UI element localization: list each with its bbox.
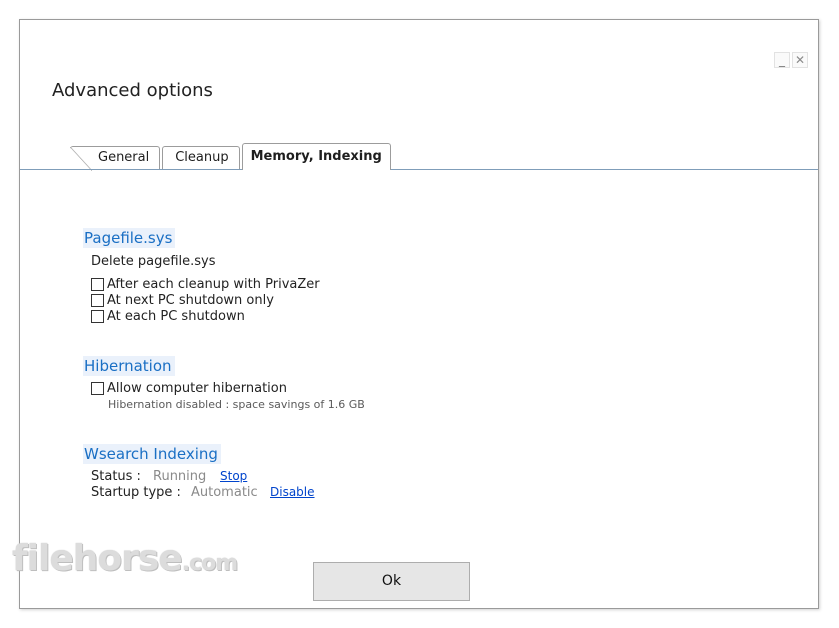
watermark-suffix: .com <box>181 551 238 576</box>
status-label: Status : <box>91 469 141 484</box>
tab-divider <box>20 169 818 170</box>
stop-link[interactable]: Stop <box>220 469 247 483</box>
checkbox[interactable] <box>91 294 104 307</box>
option-label: Allow computer hibernation <box>107 381 287 396</box>
page-title: Advanced options <box>52 80 213 101</box>
filehorse-watermark-logo: filehorse.com <box>12 538 238 579</box>
tab-bar: General Cleanup Memory, Indexing <box>70 143 393 171</box>
option-each-shutdown[interactable]: At each PC shutdown <box>91 309 245 324</box>
tab-memory-indexing[interactable]: Memory, Indexing <box>241 143 391 170</box>
tab-general[interactable]: General <box>70 146 161 171</box>
option-label: At next PC shutdown only <box>107 293 274 308</box>
ok-button[interactable]: Ok <box>313 562 470 601</box>
pagefile-section-header: Pagefile.sys <box>83 228 176 248</box>
close-button[interactable]: ✕ <box>792 52 808 68</box>
checkbox[interactable] <box>91 278 104 291</box>
option-label: After each cleanup with PrivaZer <box>107 277 320 292</box>
status-value: Running <box>153 469 207 484</box>
wsearch-section-header: Wsearch Indexing <box>83 444 221 464</box>
disable-link[interactable]: Disable <box>270 485 315 499</box>
checkbox[interactable] <box>91 382 104 395</box>
checkbox[interactable] <box>91 310 104 323</box>
minimize-button[interactable]: _ <box>774 52 790 68</box>
option-allow-hibernation[interactable]: Allow computer hibernation <box>91 381 287 396</box>
hibernation-section-header: Hibernation <box>83 356 175 376</box>
startup-type-value: Automatic <box>191 485 258 500</box>
tab-cleanup[interactable]: Cleanup <box>162 146 240 170</box>
hibernation-note: Hibernation disabled : space savings of … <box>108 398 365 411</box>
option-after-cleanup[interactable]: After each cleanup with PrivaZer <box>91 277 320 292</box>
watermark-text: filehorse <box>12 538 183 579</box>
option-next-shutdown[interactable]: At next PC shutdown only <box>91 293 274 308</box>
advanced-options-window: _ ✕ Advanced options General Cleanup Mem… <box>19 19 819 609</box>
startup-type-label: Startup type : <box>91 485 181 500</box>
title-bar <box>20 20 818 68</box>
option-label: At each PC shutdown <box>107 309 245 324</box>
window-controls: _ ✕ <box>774 52 808 68</box>
pagefile-subtitle: Delete pagefile.sys <box>91 254 216 269</box>
